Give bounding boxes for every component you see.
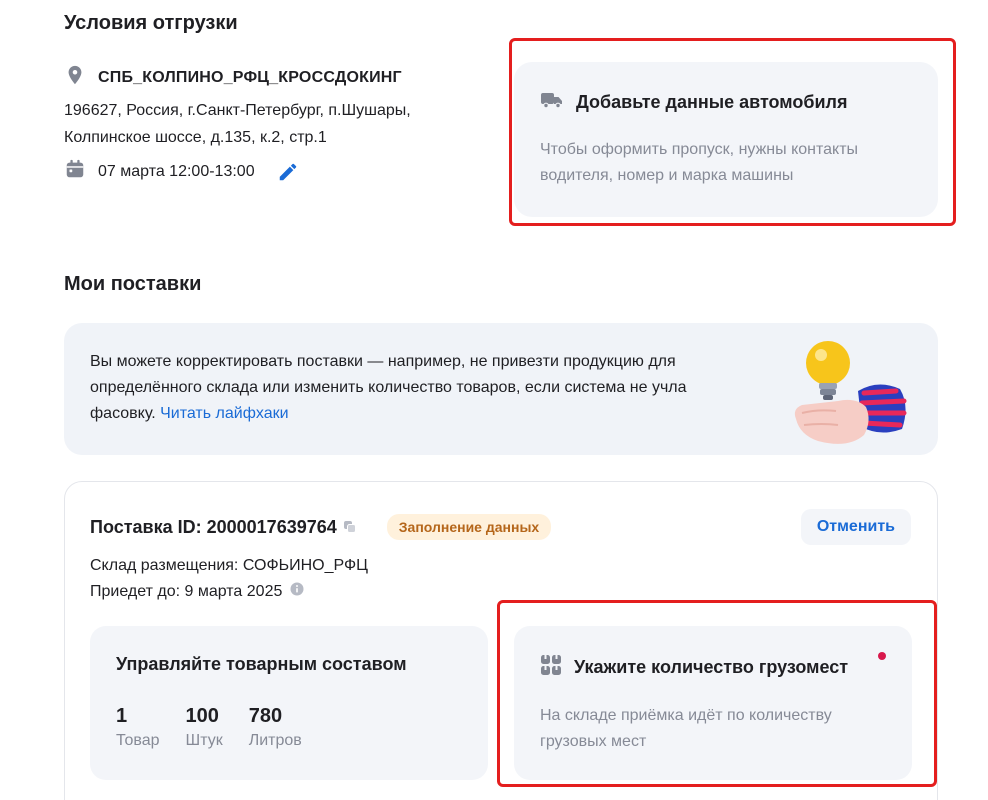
shipping-date-row: 07 марта 12:00-13:00 xyxy=(64,158,299,185)
stat-pieces-value: 100 xyxy=(185,705,219,727)
info-banner: Вы можете корректировать поставки — напр… xyxy=(64,323,938,455)
info-text-line-3-text: фасовку. xyxy=(90,405,156,422)
stat-pieces-label: Штук xyxy=(185,732,223,749)
stat-liters-label: Литров xyxy=(248,732,302,749)
supply-id: Поставка ID: 2000017639764 xyxy=(90,516,337,537)
shipping-date: 07 марта 12:00-13:00 xyxy=(98,162,255,180)
copy-icon[interactable] xyxy=(343,520,357,534)
add-vehicle-text-line-2: водителя, номер и марка машины xyxy=(540,167,794,184)
cargo-text-line-1: На складе приёмка идёт по количеству xyxy=(540,707,832,724)
info-text-line-2: определённого склада или изменить количе… xyxy=(90,379,687,396)
truck-icon xyxy=(540,90,564,115)
status-badge: Заполнение данных xyxy=(386,514,552,540)
address-line-2: Колпинское шоссе, д.135, к.2, стр.1 xyxy=(64,129,327,146)
stats-row: 1 Товар 100 Штук 780 Литров xyxy=(116,705,462,750)
stat-goods-value: 1 xyxy=(116,705,128,727)
edit-date-button[interactable] xyxy=(277,161,299,183)
manage-goods-title: Управляйте товарным составом xyxy=(116,654,407,674)
manage-goods-card[interactable]: Управляйте товарным составом 1 Товар 100… xyxy=(90,626,488,780)
add-vehicle-description: Чтобы оформить пропуск, нужны контакты в… xyxy=(540,137,912,189)
shipping-section-title: Условия отгрузки xyxy=(64,12,238,34)
info-banner-text: Вы можете корректировать поставки — напр… xyxy=(90,349,770,427)
stat-goods-label: Товар xyxy=(116,732,160,749)
add-vehicle-text-line-1: Чтобы оформить пропуск, нужны контакты xyxy=(540,141,859,158)
pencil-icon xyxy=(279,163,296,180)
cargo-text-line-2: грузовых мест xyxy=(540,733,647,750)
supply-arrival: Приедет до: 9 марта 2025 xyxy=(90,583,283,600)
add-vehicle-card[interactable]: Добавьте данные автомобиля Чтобы оформит… xyxy=(514,62,938,217)
location-pin-icon xyxy=(64,64,86,91)
supply-warehouse: Склад размещения: СОФЬИНО_РФЦ xyxy=(90,557,369,574)
cargo-places-title: Укажите количество грузомест xyxy=(574,657,849,677)
warehouse-name: СПБ_КОЛПИНО_РФЦ_КРОССДОКИНГ xyxy=(98,68,402,86)
calendar-icon xyxy=(64,158,86,185)
stat-pieces: 100 Штук xyxy=(186,705,223,750)
stat-liters: 780 Литров xyxy=(249,705,302,750)
hand-lightbulb-illustration xyxy=(778,331,918,456)
supply-card: Поставка ID: 2000017639764 Заполнение да… xyxy=(64,481,938,800)
cargo-places-card[interactable]: Укажите количество грузомест На складе п… xyxy=(514,626,912,780)
add-vehicle-title: Добавьте данные автомобиля xyxy=(576,92,848,112)
supplies-section-title: Мои поставки xyxy=(64,273,202,295)
notification-dot xyxy=(878,652,886,660)
info-text-line-3: фасовку. Читать лайфхаки xyxy=(90,401,770,427)
address-line-1: 196627, Россия, г.Санкт-Петербург, п.Шуш… xyxy=(64,102,411,119)
supply-header: Поставка ID: 2000017639764 Заполнение да… xyxy=(90,514,552,540)
stat-goods: 1 Товар xyxy=(116,705,160,750)
cargo-places-description: На складе приёмка идёт по количеству гру… xyxy=(540,703,886,755)
stat-liters-value: 780 xyxy=(248,705,283,727)
warehouse-row: СПБ_КОЛПИНО_РФЦ_КРОССДОКИНГ xyxy=(64,64,402,91)
supply-meta: Склад размещения: СОФЬИНО_РФЦ Приедет до… xyxy=(90,553,368,605)
supply-arrival-row: Приедет до: 9 марта 2025 xyxy=(90,579,368,605)
read-tips-link[interactable]: Читать лайфхаки xyxy=(160,405,288,422)
boxes-grid-icon xyxy=(540,654,562,681)
info-icon[interactable] xyxy=(290,579,304,605)
cancel-button[interactable]: Отменить xyxy=(800,509,911,545)
warehouse-address: 196627, Россия, г.Санкт-Петербург, п.Шуш… xyxy=(64,97,484,151)
info-text-line-1: Вы можете корректировать поставки — напр… xyxy=(90,353,676,370)
